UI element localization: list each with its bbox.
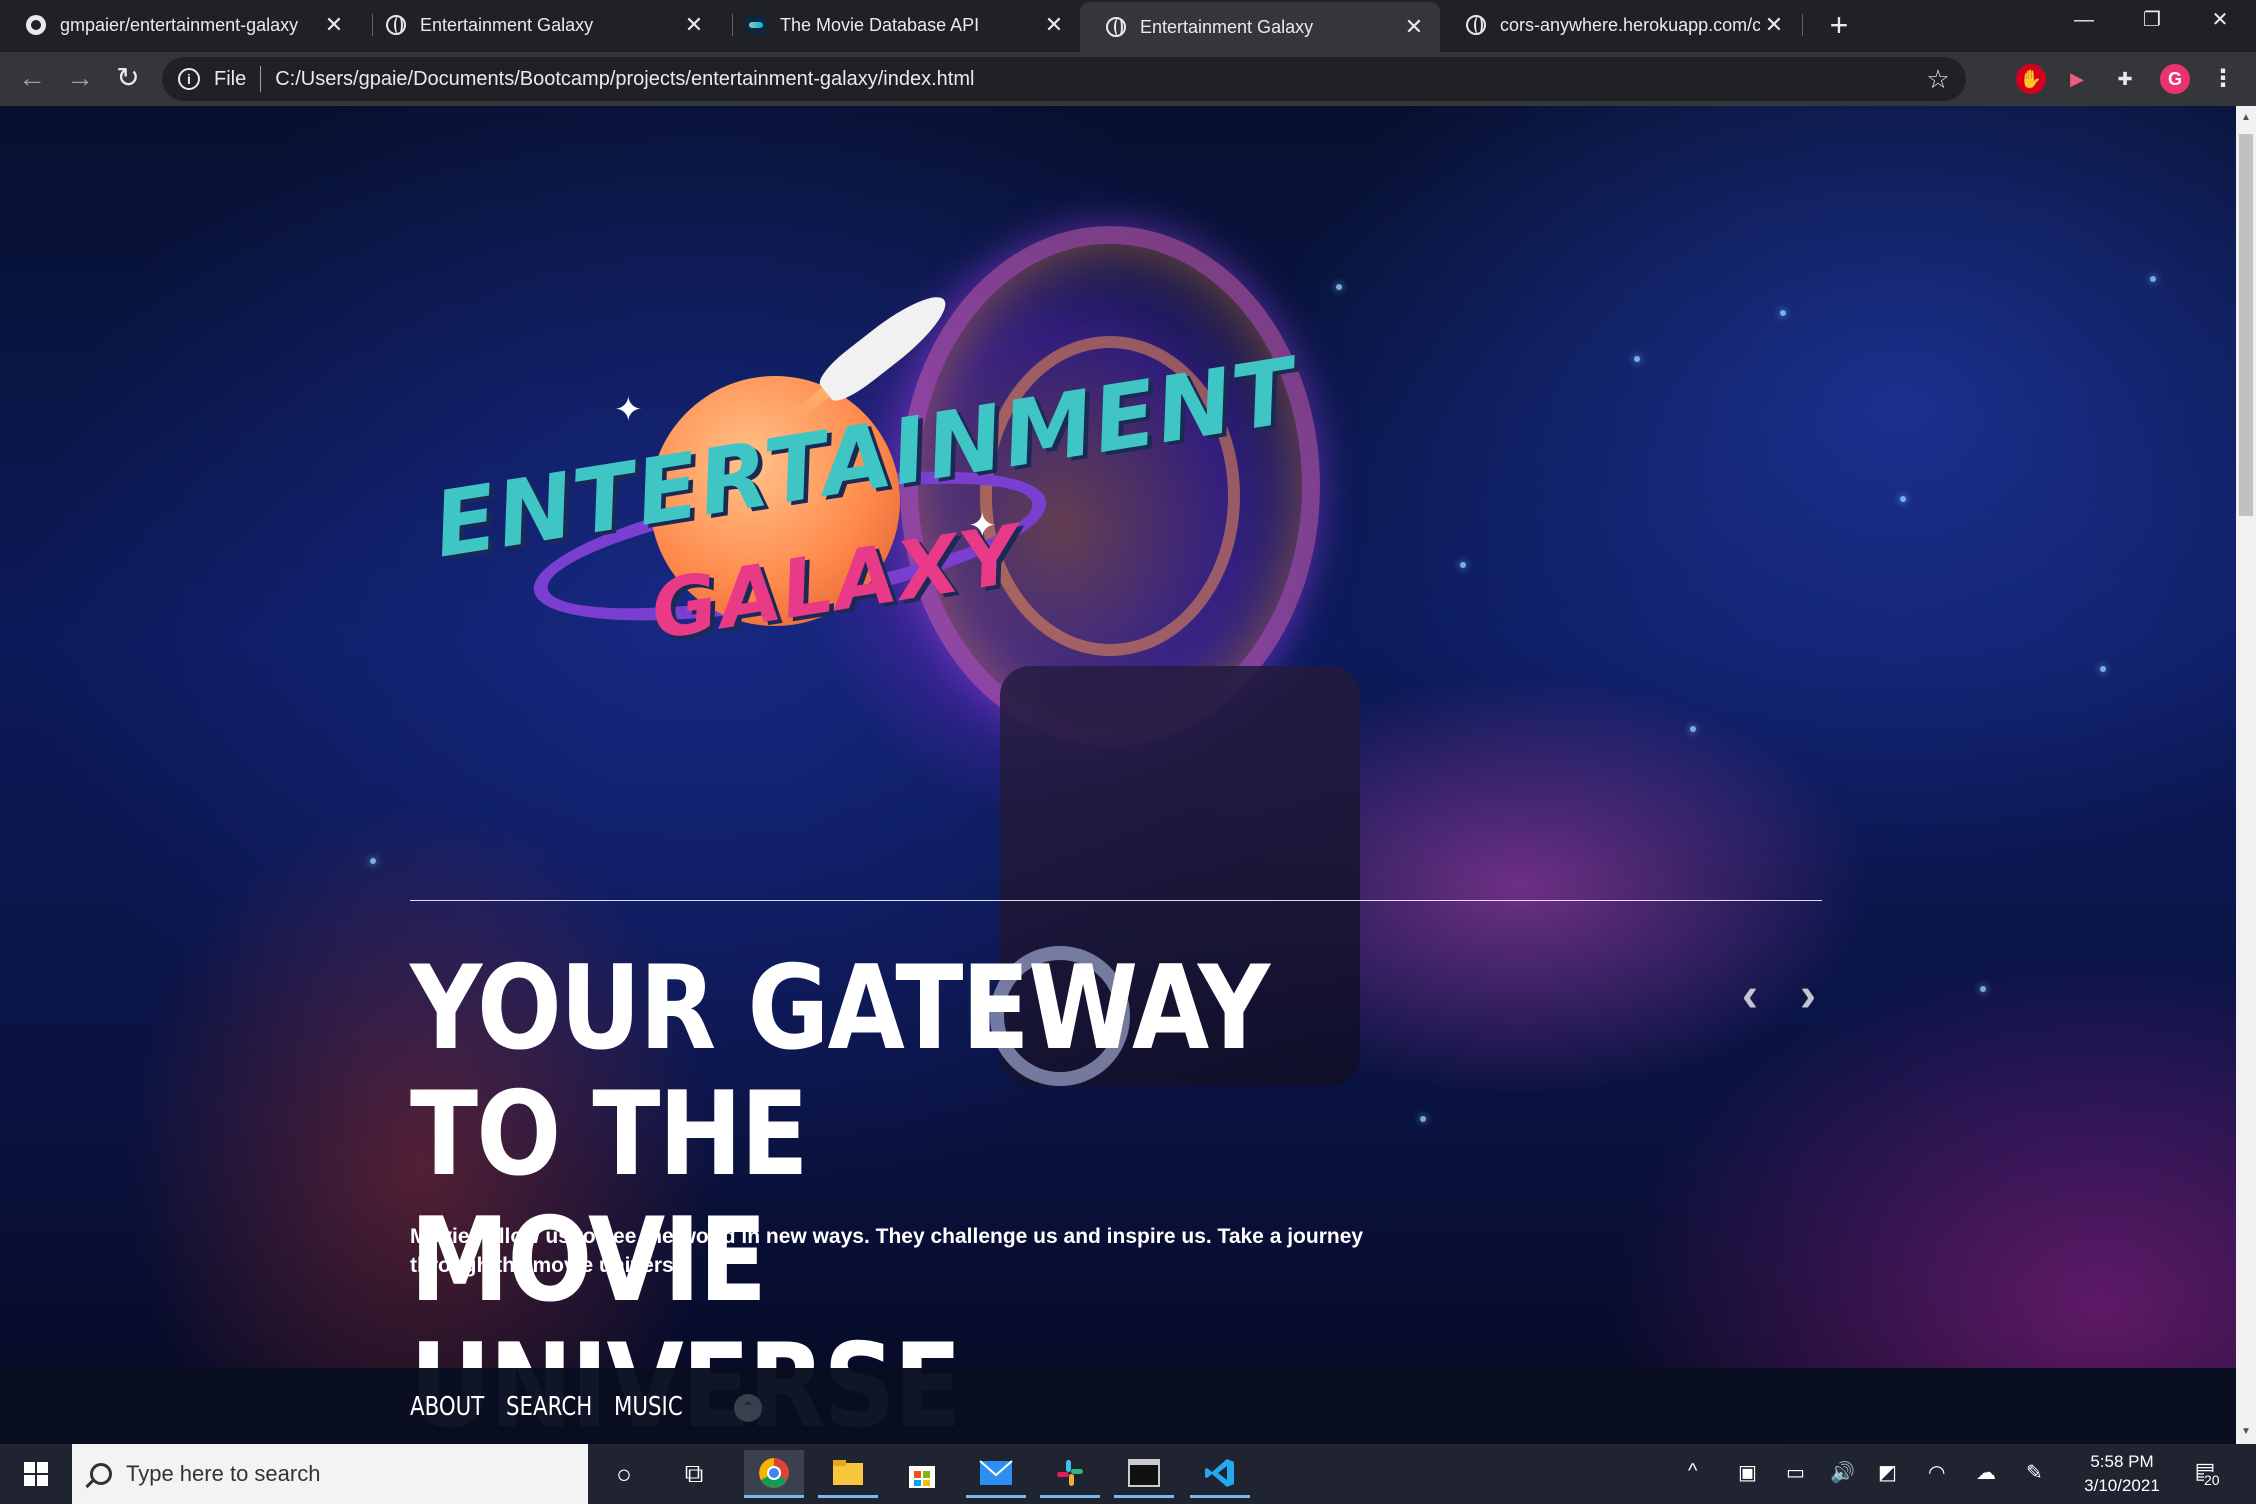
tray-pen-icon[interactable]: ✎ (2026, 1460, 2043, 1485)
tab-close-icon[interactable]: ✕ (680, 11, 708, 39)
tab-title: cors-anywhere.herokuapp.com/c (1500, 14, 1760, 35)
tray-volume-icon[interactable]: 🔊 (1830, 1460, 1855, 1485)
nav-search[interactable]: SEARCH (506, 1392, 592, 1422)
microsoft-store-icon[interactable] (892, 1450, 952, 1498)
forward-button[interactable]: → (62, 60, 98, 96)
windows-taskbar: Type here to search ○ ⧉ ^ ▣ ▭ 🔊 ◩ ◠ ☁ ✎ … (0, 1444, 2256, 1504)
tab-entertainment-galaxy-active[interactable]: Entertainment Galaxy ✕ (1080, 2, 1440, 52)
tray-chevron-up-icon[interactable]: ^ (1688, 1460, 1697, 1483)
sparkle-icon: ✦ (614, 391, 643, 429)
chrome-taskbar-icon[interactable] (744, 1450, 804, 1498)
site-logo[interactable]: ✦ ✦ ENTERTAINMENT GALAXY (420, 256, 1304, 676)
clock-time: 5:58 PM (2090, 1452, 2154, 1471)
tab-entertainment-galaxy[interactable]: Entertainment Galaxy ✕ (360, 0, 720, 50)
new-tab-button[interactable]: + (1822, 8, 1856, 42)
info-icon[interactable]: i (178, 68, 200, 90)
url-text[interactable]: C:/Users/gpaie/Documents/Bootcamp/projec… (275, 68, 1918, 91)
bookmark-star-icon[interactable]: ☆ (1918, 64, 1958, 95)
nav-about[interactable]: ABOUT (410, 1392, 484, 1422)
terminal-icon[interactable] (1114, 1450, 1174, 1498)
cortana-icon[interactable]: ○ (594, 1450, 654, 1498)
scroll-down-arrow-icon[interactable]: ▼ (2236, 1422, 2256, 1442)
tab-close-icon[interactable]: ✕ (320, 11, 348, 39)
tray-onedrive-icon[interactable]: ☁ (1976, 1460, 1996, 1485)
tray-battery-icon[interactable]: ▭ (1786, 1460, 1805, 1485)
globe-icon (1106, 17, 1126, 37)
notification-center-icon[interactable]: ▤ 20 (2190, 1458, 2220, 1488)
tab-tmdb-api[interactable]: The Movie Database API ✕ (720, 0, 1080, 50)
window-close-button[interactable]: ✕ (2186, 0, 2254, 44)
browser-menu-icon[interactable]: ⋮ (2208, 64, 2238, 94)
scheme-label: File (214, 67, 247, 90)
tab-github[interactable]: gmpaier/entertainment-galaxy ✕ (0, 0, 360, 50)
nav-toggle-chevron-up-icon[interactable]: ⌃ (734, 1394, 762, 1422)
carousel-next-chevron-icon[interactable]: › (1788, 966, 1828, 1026)
github-icon (26, 15, 46, 35)
hero-subtext: Movies allow us to see the world in new … (410, 1225, 1364, 1277)
tray-wifi-icon[interactable]: ◠ (1928, 1460, 1945, 1485)
address-bar[interactable]: i File C:/Users/gpaie/Documents/Bootcamp… (162, 57, 1966, 101)
tab-title: The Movie Database API (780, 14, 980, 35)
tray-meet-now-icon[interactable]: ▣ (1738, 1460, 1757, 1485)
notification-count: 20 (2204, 1472, 2220, 1488)
tab-close-icon[interactable]: ✕ (1760, 11, 1788, 39)
minimize-button[interactable]: — (2050, 0, 2118, 44)
start-button[interactable] (0, 1444, 72, 1504)
slack-icon[interactable] (1040, 1450, 1100, 1498)
page-scrollbar[interactable]: ▲ ▼ (2236, 106, 2256, 1444)
file-explorer-icon[interactable] (818, 1450, 878, 1498)
back-button[interactable]: ← (14, 60, 50, 96)
tab-close-icon[interactable]: ✕ (1040, 11, 1068, 39)
site-navbar: ABOUT SEARCH MUSIC ⌃ (0, 1368, 2236, 1444)
extensions-puzzle-icon[interactable]: ✚ (2110, 64, 2140, 94)
globe-icon (1466, 15, 1486, 35)
taskbar-search-box[interactable]: Type here to search (72, 1444, 588, 1504)
page-hero: ✦ ✦ ENTERTAINMENT GALAXY YOUR GATEWAY TO… (0, 106, 2236, 1444)
tab-cors-anywhere[interactable]: cors-anywhere.herokuapp.com/c ✕ (1440, 0, 1800, 50)
headline-line-1: YOUR GATEWAY TO THE (410, 941, 1270, 1202)
search-icon (90, 1463, 112, 1485)
taskbar-clock[interactable]: 5:58 PM 3/10/2021 (2062, 1450, 2182, 1498)
nav-music[interactable]: MUSIC (614, 1392, 683, 1422)
vscode-icon[interactable] (1190, 1450, 1250, 1498)
reload-button[interactable]: ↻ (110, 60, 146, 96)
browser-toolbar: ← → ↻ i File C:/Users/gpaie/Documents/Bo… (0, 52, 2256, 106)
hero-divider (410, 900, 1822, 901)
carousel-prev-chevron-icon[interactable]: ‹ (1730, 966, 1770, 1026)
tab-title: Entertainment Galaxy (420, 14, 594, 35)
taskbar-search-placeholder: Type here to search (126, 1461, 321, 1486)
restore-button[interactable]: ❐ (2118, 0, 2186, 44)
extension-video-icon[interactable]: ▶ (2062, 64, 2092, 94)
mail-icon[interactable] (966, 1450, 1026, 1498)
scroll-up-arrow-icon[interactable]: ▲ (2236, 108, 2256, 128)
windows-logo-icon (24, 1462, 48, 1486)
extension-hand-icon[interactable]: ✋ (2016, 64, 2046, 94)
tab-separator (1802, 14, 1803, 36)
rocket-icon (813, 284, 957, 408)
scrollbar-thumb[interactable] (2239, 134, 2253, 516)
tray-security-icon[interactable]: ◩ (1878, 1460, 1897, 1485)
omnibox-divider (260, 66, 262, 92)
tab-title: gmpaier/entertainment-galaxy (60, 14, 299, 35)
profile-avatar[interactable]: G (2160, 64, 2190, 94)
tmdb-icon (746, 15, 766, 35)
tab-close-icon[interactable]: ✕ (1400, 13, 1428, 41)
clock-date: 3/10/2021 (2084, 1476, 2160, 1495)
tab-title: Entertainment Galaxy (1140, 16, 1314, 37)
browser-tab-strip: gmpaier/entertainment-galaxy ✕ Entertain… (0, 0, 2256, 52)
task-view-icon[interactable]: ⧉ (664, 1450, 724, 1498)
globe-icon (386, 15, 406, 35)
